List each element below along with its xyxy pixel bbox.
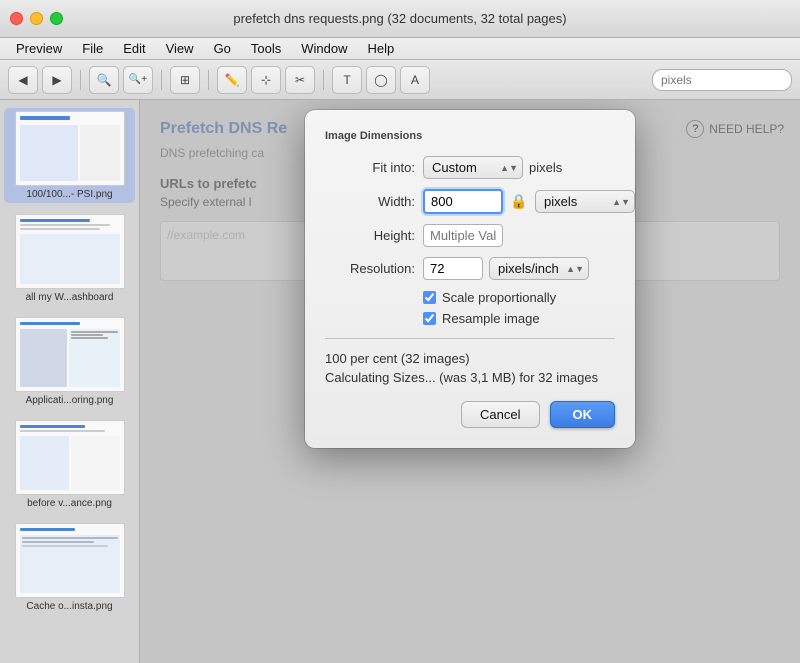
- sidebar-label-2: Applicati...oring.png: [26, 395, 114, 406]
- scale-checkbox[interactable]: [423, 291, 436, 304]
- menu-bar: Preview File Edit View Go Tools Window H…: [0, 38, 800, 60]
- resolution-row: Resolution: pixels/inch pixels/cm ▲▼: [325, 257, 615, 280]
- height-input[interactable]: [423, 224, 503, 247]
- fit-into-control: Custom 640×480 800×600 1024×768 ▲▼ pixel…: [423, 156, 615, 179]
- text-button[interactable]: T: [332, 66, 362, 94]
- toolbar: ◀ ▶ 🔍 🔍+ ⊞ ✏️ ⊹ ✂ T ◯ A: [0, 60, 800, 100]
- width-row: Width: 🔒 pixels inches cm ▲▼: [325, 189, 615, 214]
- fit-into-select-wrapper[interactable]: Custom 640×480 800×600 1024×768 ▲▼: [423, 156, 523, 179]
- forward-button[interactable]: ▶: [42, 66, 72, 94]
- sidebar-item-0[interactable]: 100/100...- PSI.png: [4, 108, 135, 203]
- sidebar-item-3[interactable]: before v...ance.png: [4, 417, 135, 512]
- width-control: 🔒 pixels inches cm ▲▼: [423, 189, 635, 214]
- toolbar-separator-1: [80, 70, 81, 90]
- back-button[interactable]: ◀: [8, 66, 38, 94]
- fit-into-unit: pixels: [529, 160, 562, 175]
- menu-view[interactable]: View: [158, 40, 202, 57]
- thumbnail-2: [15, 317, 125, 392]
- sidebar-label-4: Cache o...insta.png: [26, 601, 112, 612]
- menu-file[interactable]: File: [74, 40, 111, 57]
- dialog-buttons: Cancel OK: [325, 401, 615, 428]
- menu-edit[interactable]: Edit: [115, 40, 153, 57]
- zoom-in-button[interactable]: 🔍+: [123, 66, 153, 94]
- dialog-divider: [325, 338, 615, 339]
- resolution-unit-select-wrapper[interactable]: pixels/inch pixels/cm ▲▼: [489, 257, 589, 280]
- width-input[interactable]: [423, 189, 503, 214]
- sidebar-label-1: all my W...ashboard: [26, 292, 114, 303]
- thumbnail-3: [15, 420, 125, 495]
- resample-label: Resample image: [442, 311, 540, 326]
- sidebar: 100/100...- PSI.png all my W...ashboard: [0, 100, 140, 663]
- width-unit-select-wrapper[interactable]: pixels inches cm ▲▼: [535, 190, 635, 213]
- traffic-lights: [10, 12, 63, 25]
- resolution-label: Resolution:: [325, 261, 415, 276]
- calc-text: Calculating Sizes... (was 3,1 MB) for 32…: [325, 370, 615, 385]
- maximize-button[interactable]: [50, 12, 63, 25]
- height-label: Height:: [325, 228, 415, 243]
- fit-into-select[interactable]: Custom 640×480 800×600 1024×768: [423, 156, 523, 179]
- markup-button[interactable]: A: [400, 66, 430, 94]
- main-layout: 100/100...- PSI.png all my W...ashboard: [0, 100, 800, 663]
- resample-checkbox-row: Resample image: [423, 311, 615, 326]
- pen-button[interactable]: ✏️: [217, 66, 247, 94]
- scale-checkbox-row: Scale proportionally: [423, 290, 615, 305]
- image-dimensions-dialog: Image Dimensions Fit into: Custom 640×48…: [305, 110, 635, 448]
- resolution-unit-select[interactable]: pixels/inch pixels/cm: [489, 257, 589, 280]
- ok-button[interactable]: OK: [550, 401, 616, 428]
- width-label: Width:: [325, 194, 415, 209]
- menu-tools[interactable]: Tools: [243, 40, 289, 57]
- toolbar-separator-2: [161, 70, 162, 90]
- lock-icon[interactable]: 🔒: [509, 191, 529, 213]
- search-box[interactable]: [652, 69, 792, 91]
- height-row: Height:: [325, 224, 615, 247]
- thumbnail-1: [15, 214, 125, 289]
- sidebar-item-1[interactable]: all my W...ashboard: [4, 211, 135, 306]
- menu-help[interactable]: Help: [360, 40, 403, 57]
- fit-into-label: Fit into:: [325, 160, 415, 175]
- height-control: [423, 224, 615, 247]
- search-input[interactable]: [661, 73, 783, 87]
- select-button[interactable]: ⊹: [251, 66, 281, 94]
- thumbnail-0: [15, 111, 125, 186]
- result-text: 100 per cent (32 images): [325, 351, 615, 366]
- close-button[interactable]: [10, 12, 23, 25]
- title-bar: prefetch dns requests.png (32 documents,…: [0, 0, 800, 38]
- cancel-button[interactable]: Cancel: [461, 401, 539, 428]
- width-unit-select[interactable]: pixels inches cm: [535, 190, 635, 213]
- window-title: prefetch dns requests.png (32 documents,…: [233, 11, 566, 26]
- resample-checkbox[interactable]: [423, 312, 436, 325]
- toolbar-separator-3: [208, 70, 209, 90]
- content-area: Prefetch DNS Re DNS prefetching ca URLs …: [140, 100, 800, 663]
- sidebar-item-2[interactable]: Applicati...oring.png: [4, 314, 135, 409]
- menu-preview[interactable]: Preview: [8, 40, 70, 57]
- crop-button[interactable]: ✂: [285, 66, 315, 94]
- thumbnail-button[interactable]: ⊞: [170, 66, 200, 94]
- result-section: 100 per cent (32 images) Calculating Siz…: [325, 351, 615, 385]
- dialog-section-title: Image Dimensions: [325, 130, 615, 142]
- minimize-button[interactable]: [30, 12, 43, 25]
- fit-into-row: Fit into: Custom 640×480 800×600 1024×76…: [325, 156, 615, 179]
- sidebar-label-0: 100/100...- PSI.png: [26, 189, 112, 200]
- resolution-control: pixels/inch pixels/cm ▲▼: [423, 257, 615, 280]
- sidebar-label-3: before v...ance.png: [27, 498, 112, 509]
- shapes-button[interactable]: ◯: [366, 66, 396, 94]
- zoom-out-button[interactable]: 🔍: [89, 66, 119, 94]
- resolution-input[interactable]: [423, 257, 483, 280]
- menu-window[interactable]: Window: [293, 40, 355, 57]
- toolbar-separator-4: [323, 70, 324, 90]
- scale-label: Scale proportionally: [442, 290, 556, 305]
- thumbnail-4: [15, 523, 125, 598]
- menu-go[interactable]: Go: [206, 40, 239, 57]
- sidebar-item-4[interactable]: Cache o...insta.png: [4, 520, 135, 615]
- modal-overlay: Image Dimensions Fit into: Custom 640×48…: [140, 100, 800, 663]
